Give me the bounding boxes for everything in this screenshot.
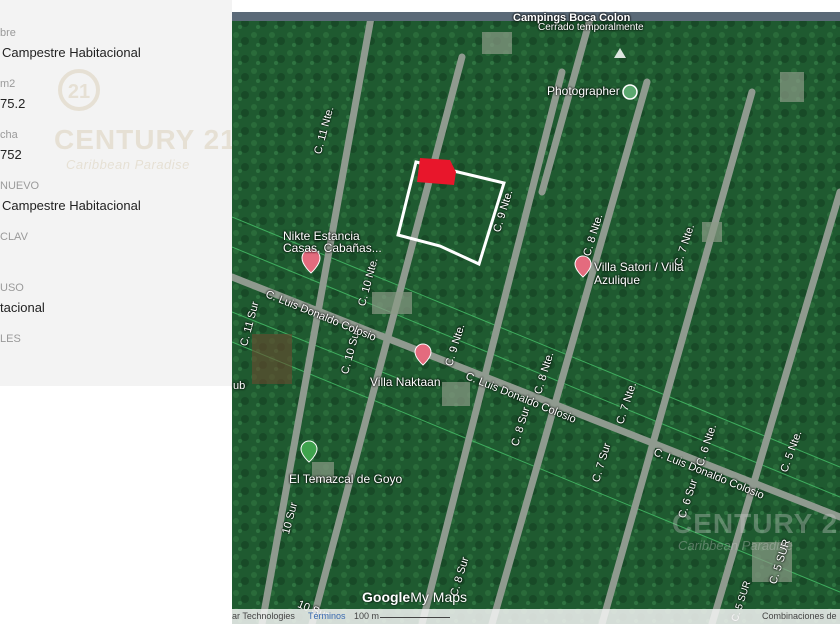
road-label-club: ub [233,380,246,392]
google-wordmark: Google [362,589,411,605]
page: 21 CENTURY 21 Caribbean Paradise bre Cam… [0,0,840,630]
place-label-temazcal[interactable]: El Temazcal de Goyo [289,472,402,486]
mymaps-wordmark: My Maps [410,589,468,605]
century21-watermark: 21 CENTURY 21 Caribbean Paradise [54,66,232,178]
info-label: LES [0,333,21,345]
terms-link[interactable]: Términos [308,611,346,621]
photographer-pin-icon[interactable] [622,84,638,100]
place-label-nikte[interactable]: Nikte Estancia Casas, Cabañas... [283,230,393,254]
place-label-villa-satori[interactable]: Villa Satori / Villa Azulique [594,261,704,287]
info-label: NUEVO [0,180,40,192]
scale-label: 100 m [354,611,380,621]
century21-seal-icon: 21 [58,69,100,111]
place-label-photographer[interactable]: Photographer [547,84,620,98]
info-value: Campestre Habitacional [2,198,141,213]
imagery-credit: ar Technologies [232,611,295,621]
info-value: tacional [0,300,45,315]
property-info-panel: 21 CENTURY 21 Caribbean Paradise bre Cam… [0,0,232,386]
century21-subtitle: Caribbean Paradise [66,157,190,172]
selected-parcel-marker[interactable] [417,158,456,185]
keyboard-shortcuts-link[interactable]: Combinaciones de [762,611,837,621]
google-my-maps-logo[interactable]: GoogleMy Maps [362,589,467,605]
cleared-lot [252,334,292,384]
info-label: cha [0,129,18,141]
info-value: 752 [0,147,22,162]
info-label: bre [0,27,16,39]
info-value: 75.2 [0,96,26,111]
info-label: CLAV [0,231,28,243]
info-label: USO [0,282,24,294]
map-attribution-bar: ar Technologies Términos 100 m Combinaci… [232,609,840,624]
info-value: Campestre Habitacional [2,45,141,60]
info-label: m2 [0,78,16,90]
svg-text:21: 21 [68,81,90,103]
century21-wordmark: CENTURY 21 [54,124,232,155]
place-note-closed: Cerrado temporalmente [538,22,644,33]
place-label-villa-naktaan[interactable]: Villa Naktaan [370,375,441,389]
scale-bar [380,617,450,618]
